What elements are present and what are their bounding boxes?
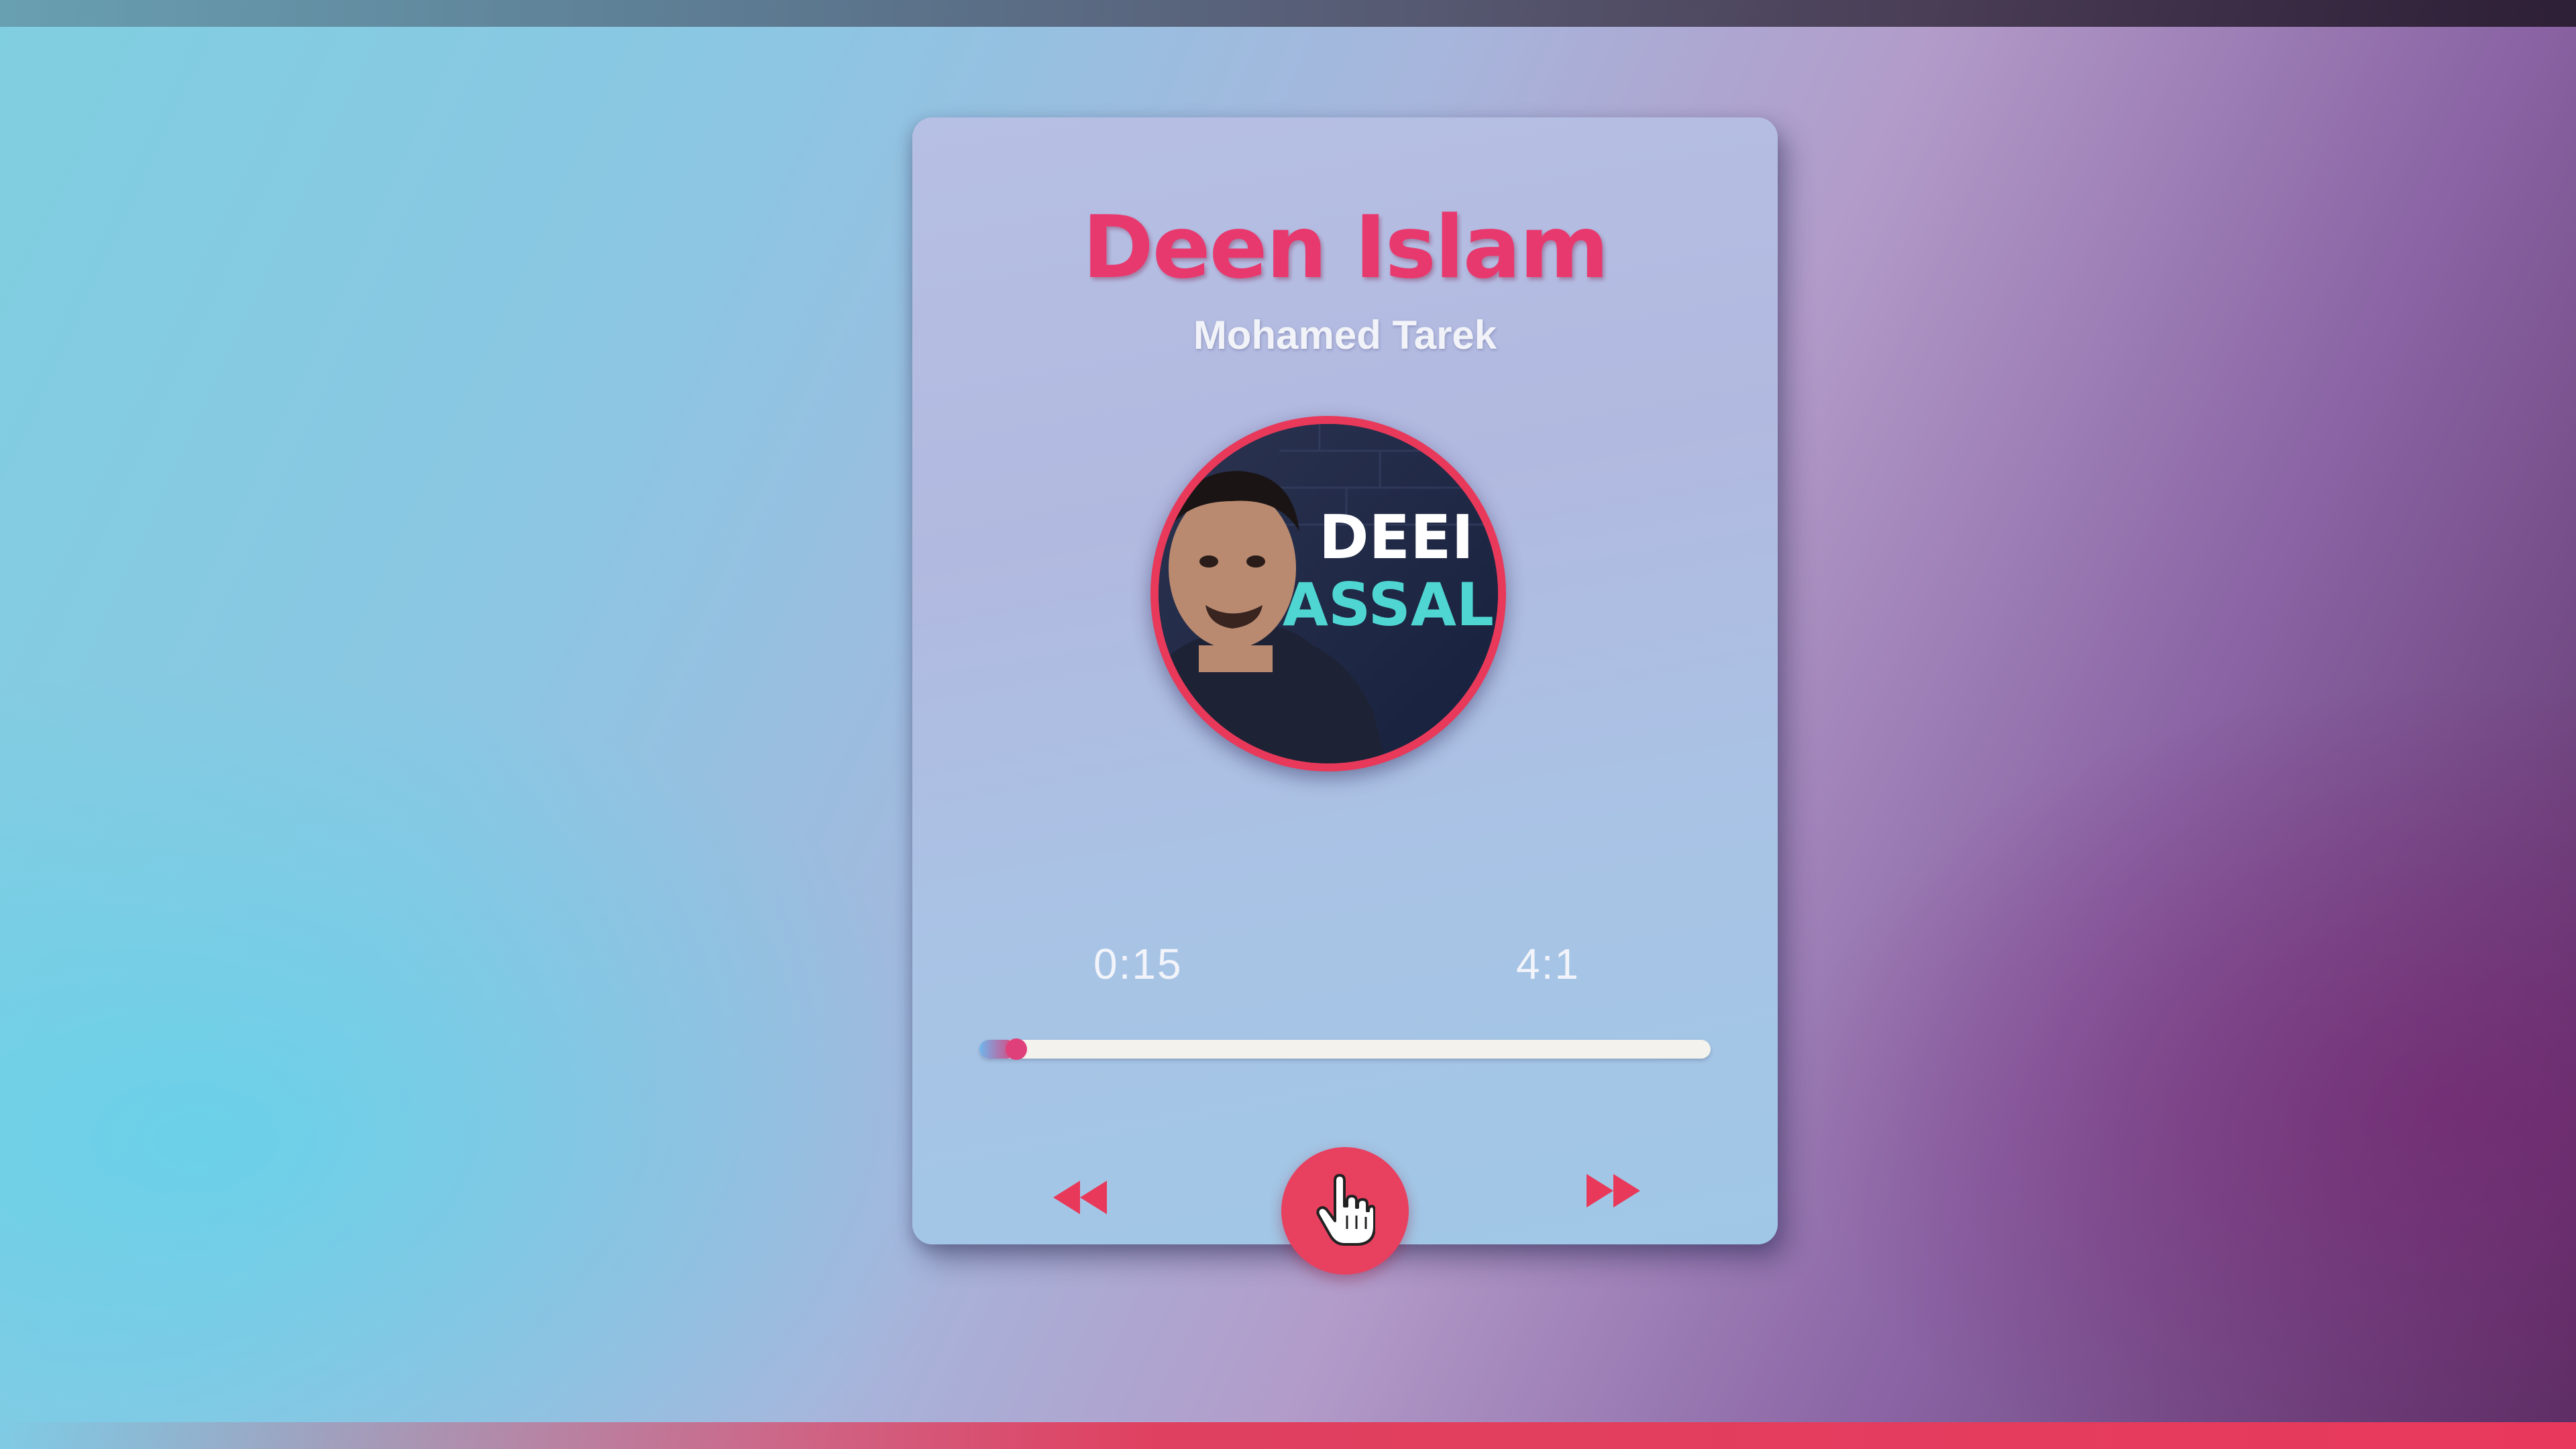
play-button[interactable] (1281, 1147, 1409, 1275)
total-time: 4:1 (1516, 940, 1580, 988)
song-title: Deen Islam (1082, 198, 1609, 298)
album-art-caption-2: ASSAL (1283, 570, 1494, 639)
album-art-caption-1: DEEI (1319, 502, 1474, 573)
current-time: 0:15 (1093, 940, 1183, 988)
rewind-icon (1053, 1181, 1107, 1214)
progress-handle[interactable] (1005, 1038, 1027, 1060)
screen-top-edge (0, 0, 2576, 27)
fast-forward-icon (1587, 1174, 1640, 1208)
hand-pointer-icon (1316, 1174, 1375, 1246)
album-art-image: DEEI ASSAL (1159, 424, 1498, 763)
progress-bar[interactable] (979, 1038, 1711, 1060)
screen-bottom-edge (0, 1422, 2576, 1449)
music-player-card: Deen Islam Mohamed Tarek DEEI ASSAL 0:15… (912, 117, 1778, 1275)
rewind-button[interactable] (1040, 1164, 1120, 1231)
fast-forward-button[interactable] (1573, 1157, 1654, 1224)
album-art: DEEI ASSAL (1150, 416, 1506, 771)
artist-name: Mohamed Tarek (1193, 313, 1497, 358)
